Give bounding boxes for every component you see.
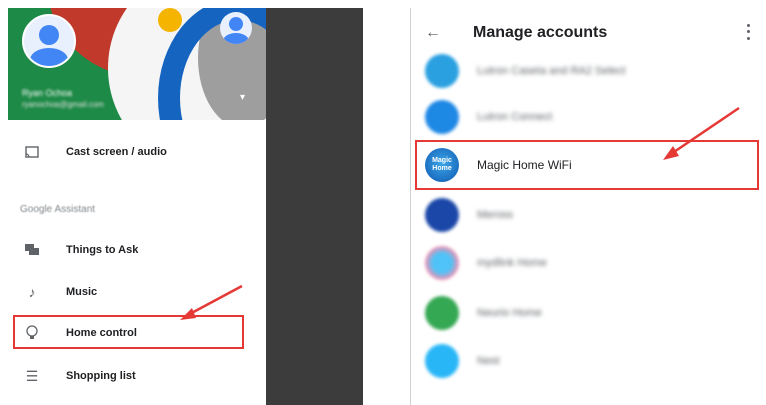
drawer-item-label: Shopping list [66, 370, 136, 382]
header-art-yellow [158, 8, 182, 32]
account-switcher-caret-icon[interactable]: ▾ [240, 92, 245, 103]
app-logo-icon [425, 296, 459, 330]
account-item[interactable]: Nest [411, 338, 763, 384]
account-item[interactable]: mydlink Home [411, 240, 763, 286]
section-label: Google Assistant [20, 204, 96, 215]
app-logo-icon [425, 198, 459, 232]
drawer-item-cast[interactable]: Cast screen / audio [8, 132, 266, 172]
navigation-drawer: Ryan Ochoa ryanochoa@gmail.com ▾ Cast sc… [8, 8, 267, 405]
account-label: Neurio Home [477, 307, 542, 319]
app-logo-icon [425, 100, 459, 134]
drawer-item-shopping-list[interactable]: ☰ Shopping list [8, 356, 266, 396]
account-email: ryanochoa@gmail.com [22, 100, 104, 109]
more-options-icon[interactable] [743, 22, 753, 42]
chat-icon [24, 242, 40, 258]
app-logo-icon [425, 344, 459, 378]
account-label: Meross [477, 209, 514, 221]
drawer-item-label: Things to Ask [66, 244, 139, 256]
right-screenshot: ← Manage accounts Lutron Caseta and RA2 … [410, 8, 763, 405]
app-logo-icon [425, 54, 459, 88]
account-label: Lutron Caseta and RA2 Select [477, 65, 626, 77]
cast-icon [24, 144, 40, 160]
account-label: Lutron Connect [477, 111, 553, 123]
back-arrow-icon[interactable]: ← [423, 23, 443, 43]
avatar[interactable] [22, 14, 76, 68]
list-icon: ☰ [25, 367, 39, 384]
music-note-icon: ♪ [28, 284, 36, 300]
drawer-item-label: Cast screen / audio [66, 146, 167, 158]
account-item[interactable]: Lutron Caseta and RA2 Select [411, 48, 763, 94]
drawer-item-things-to-ask[interactable]: Things to Ask [8, 230, 266, 270]
page-title: Manage accounts [473, 24, 608, 41]
drawer-scrim[interactable] [266, 8, 363, 405]
annotation-arrow-icon [180, 284, 243, 320]
drawer-item-label: Music [66, 286, 98, 298]
app-logo-icon [425, 246, 459, 280]
annotation-arrow-icon [663, 106, 740, 160]
account-item[interactable]: Meross [411, 192, 763, 238]
account-label: Nest [477, 355, 500, 367]
account-header: Ryan Ochoa ryanochoa@gmail.com ▾ [8, 8, 266, 120]
account-label: mydlink Home [477, 257, 547, 269]
account-item[interactable]: Neurio Home [411, 290, 763, 336]
left-screenshot: Ryan Ochoa ryanochoa@gmail.com ▾ Cast sc… [8, 8, 363, 405]
account-name: Ryan Ochoa [22, 88, 73, 98]
secondary-avatar[interactable] [220, 12, 252, 44]
